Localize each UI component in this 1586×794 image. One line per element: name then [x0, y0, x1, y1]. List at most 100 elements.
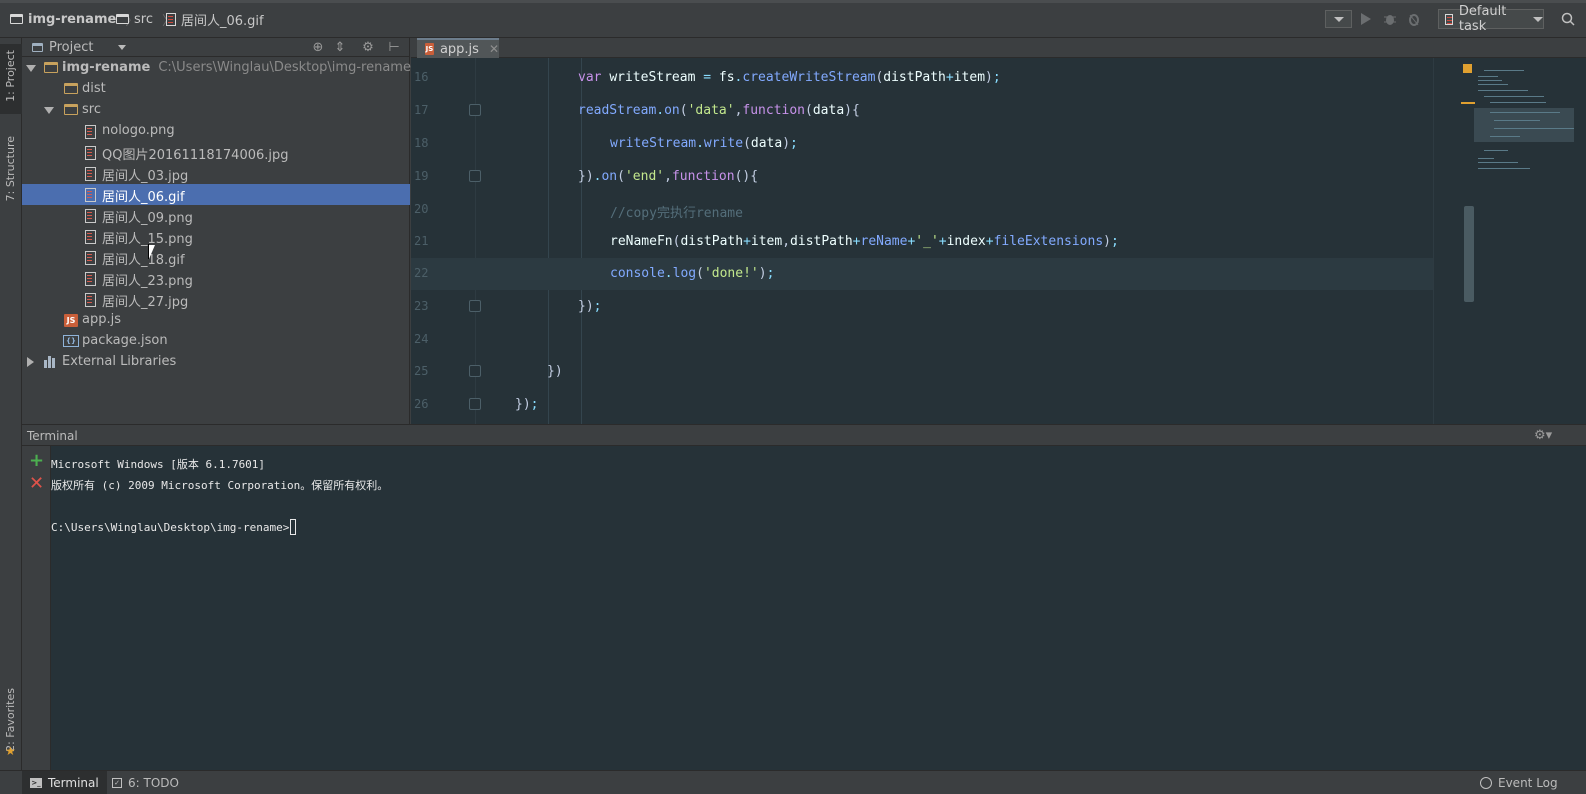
project-view-selector[interactable]: Project [22, 38, 132, 57]
tree-item-file-selected[interactable]: 居间人_06.gif [22, 184, 410, 205]
favorites-tool-tab-label: 2: Favorites [4, 688, 17, 752]
code-line[interactable]: 26 }); [411, 389, 1586, 421]
code-line-current[interactable]: 22 console.log('done!'); [411, 258, 1586, 290]
navigation-bar: img-rename 〉 src 〉 居间人_06.gif Default ta… [0, 0, 1586, 38]
line-number: 17 [414, 103, 429, 117]
tree-item-label: package.json [82, 333, 168, 348]
folder-icon [64, 104, 78, 115]
code-text: var writeStream = fs.createWriteStream(d… [578, 70, 1001, 85]
tree-item-libraries[interactable]: External Libraries [22, 352, 410, 373]
tree-item-file[interactable]: nologo.png [22, 121, 410, 142]
image-file-icon [85, 272, 96, 286]
expand-arrow-icon[interactable] [44, 107, 54, 114]
change-marker[interactable] [1461, 102, 1475, 104]
code-text: }); [578, 299, 602, 314]
library-icon [44, 356, 58, 368]
hide-icon[interactable]: ⊢ [386, 40, 402, 56]
project-panel: Project ⊕ ⇕ ⚙ ⊢ img-rename C:\Users\Wingl… [22, 38, 411, 424]
breadcrumb-file-label: 居间人_06.gif [181, 13, 264, 29]
task-selector[interactable]: Default task [1438, 4, 1544, 34]
tree-item-file[interactable]: 居间人_09.png [22, 205, 410, 226]
new-session-plus-icon[interactable]: + [29, 452, 44, 470]
tree-item-json[interactable]: {} package.json [22, 331, 410, 352]
editor-tab-app-js[interactable]: JS app.js ✕ [417, 38, 499, 58]
search-icon[interactable] [1558, 9, 1578, 29]
code-line[interactable]: 21 reNameFn(distPath+item,distPath+reNam… [411, 226, 1586, 258]
tree-item-file[interactable]: 居间人_18.gif [22, 247, 410, 268]
line-number: 18 [414, 136, 429, 150]
fold-marker-icon[interactable] [469, 365, 481, 377]
fold-marker-icon[interactable] [469, 104, 481, 116]
tree-item-label: 居间人_03.jpg [102, 169, 189, 184]
code-line[interactable]: 25 }) [411, 356, 1586, 388]
code-line[interactable]: 20 //copy完执行rename [411, 194, 1586, 226]
code-text: }); [515, 397, 539, 412]
locate-icon[interactable]: ⊕ [310, 40, 326, 56]
structure-tool-tab[interactable]: 7: Structure [0, 134, 22, 210]
fold-marker-icon[interactable] [469, 398, 481, 410]
json-file-icon: {} [63, 335, 79, 347]
close-session-icon[interactable]: ✕ [29, 475, 44, 493]
code-line[interactable]: 17 readStream.on('data',function(data){ [411, 95, 1586, 127]
code-line[interactable]: 16 var writeStream = fs.createWriteStrea… [411, 62, 1586, 94]
gear-icon[interactable]: ⚙ [360, 40, 376, 56]
code-minimap[interactable] [1433, 58, 1586, 424]
terminal-prompt-line[interactable]: C:\Users\Winglau\Desktop\img-rename> [51, 519, 297, 535]
tree-item-file[interactable]: QQ图片20161118174006.jpg [22, 142, 410, 163]
folder-icon [116, 14, 129, 24]
terminal-line: Microsoft Windows [版本 6.1.7601] [51, 458, 266, 471]
breadcrumb-file[interactable]: 居间人_06.gif [166, 10, 264, 29]
tree-item-folder[interactable]: dist [22, 79, 410, 100]
project-tool-tab[interactable]: 1: Project [0, 44, 22, 114]
bottom-tab-todo[interactable]: ✓ 6: TODO [104, 771, 187, 794]
favorites-tool-tab[interactable]: 2: Favorites ★ [0, 688, 22, 762]
tree-item-file[interactable]: 居间人_27.jpg [22, 289, 410, 310]
terminal-output[interactable]: Microsoft Windows [版本 6.1.7601] 版权所有 (c)… [51, 446, 1586, 770]
project-view-label: Project [49, 39, 94, 55]
line-number: 25 [414, 364, 429, 378]
image-file-icon [85, 230, 96, 244]
fold-marker-icon[interactable] [469, 170, 481, 182]
play-icon[interactable] [1358, 9, 1374, 29]
tree-root[interactable]: img-rename C:\Users\Winglau\Desktop\img-r… [22, 58, 411, 79]
expand-arrow-icon[interactable] [26, 65, 36, 72]
code-text: console.log('done!'); [610, 266, 775, 281]
tree-item-folder[interactable]: src [22, 100, 410, 121]
project-panel-header: Project ⊕ ⇕ ⚙ ⊢ [22, 38, 409, 57]
code-line[interactable]: 24 [411, 324, 1586, 356]
tree-item-js[interactable]: JS app.js [22, 310, 410, 331]
close-icon[interactable]: ✕ [489, 42, 499, 56]
code-line[interactable]: 18 writeStream.write(data); [411, 128, 1586, 160]
warning-marker[interactable] [1463, 64, 1472, 73]
coverage-icon[interactable] [1406, 9, 1422, 29]
code-line[interactable]: 19 }).on('end',function(){ [411, 161, 1586, 193]
run-config-dropdown[interactable] [1325, 10, 1352, 28]
code-editor[interactable]: 16 var writeStream = fs.createWriteStrea… [411, 58, 1586, 424]
terminal-header: Terminal ⚙▾ [22, 424, 1586, 446]
star-icon: ★ [5, 744, 16, 758]
image-file-icon [85, 167, 96, 181]
collapse-icon[interactable]: ⇕ [332, 40, 348, 56]
structure-tool-tab-label: 7: Structure [4, 136, 17, 202]
code-line[interactable]: 23 }); [411, 291, 1586, 323]
project-tool-tab-label: 1: Project [4, 50, 17, 102]
line-number: 16 [414, 70, 429, 84]
chevron-down-icon[interactable] [118, 45, 126, 50]
event-log-label: Event Log [1498, 776, 1558, 790]
line-number: 24 [414, 332, 429, 346]
event-log-button[interactable]: Event Log [1472, 771, 1566, 794]
image-file-icon [85, 251, 96, 265]
tool-window-strip: 1: Project 7: Structure 2: Favorites ★ [0, 38, 22, 770]
tree-item-label: 居间人_18.gif [102, 253, 185, 268]
gear-icon[interactable]: ⚙▾ [1534, 428, 1552, 443]
fold-marker-icon[interactable] [469, 300, 481, 312]
bottom-tab-terminal[interactable]: >_ Terminal [22, 771, 107, 794]
tree-item-file[interactable]: 居间人_03.jpg [22, 163, 410, 184]
tree-item-label: app.js [82, 312, 121, 327]
tree-item-file[interactable]: 居间人_15.png [22, 226, 410, 247]
image-file-icon [166, 12, 176, 26]
expand-arrow-icon[interactable] [27, 357, 34, 367]
bug-icon[interactable] [1382, 9, 1398, 29]
tree-item-file[interactable]: 居间人_23.png [22, 268, 410, 289]
scrollbar-thumb[interactable] [1464, 206, 1474, 302]
